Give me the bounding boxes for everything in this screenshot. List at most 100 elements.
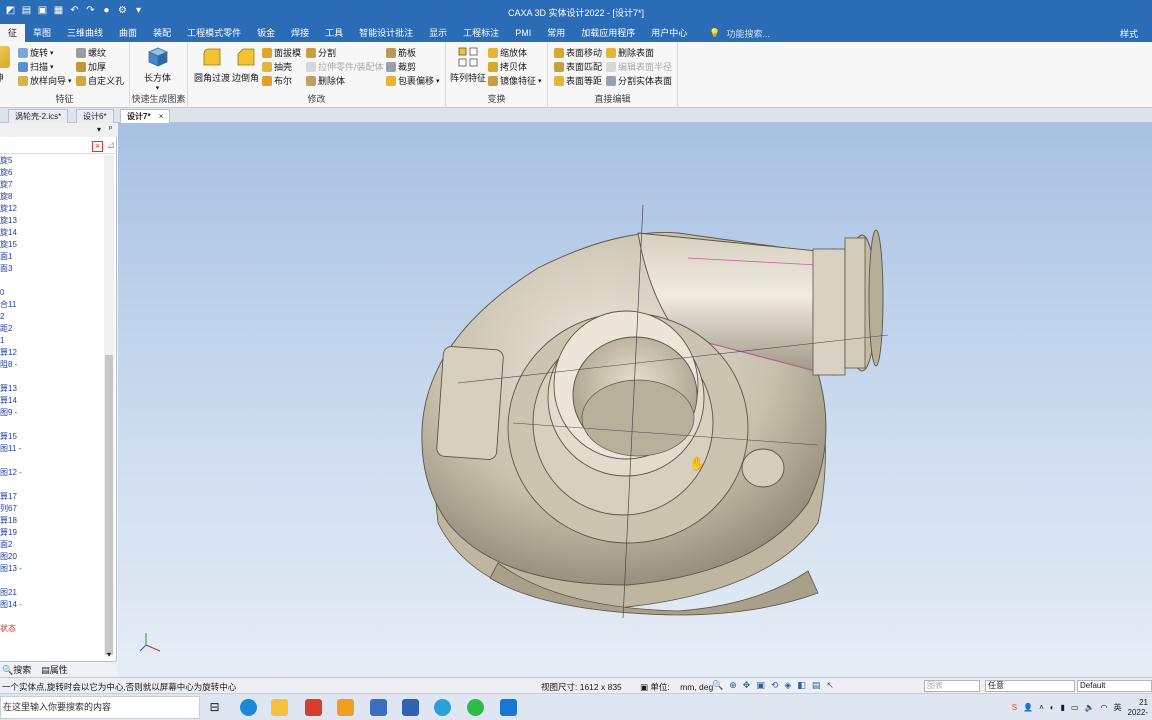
shading-icon[interactable]: ◧: [797, 680, 806, 691]
tree-item[interactable]: 旋6: [0, 167, 104, 179]
display-mode-icon[interactable]: ▤: [812, 680, 821, 691]
tab-engineering-part[interactable]: 工程模式零件: [179, 24, 249, 42]
tree-item[interactable]: 1: [0, 335, 104, 347]
doc-tab-turbine-housing[interactable]: 涡轮壳-2.ics*: [8, 109, 69, 123]
fillet-button[interactable]: 圆角过渡: [194, 46, 230, 84]
tree-item[interactable]: 面3: [0, 263, 104, 275]
face-offset-button[interactable]: 表面等距: [554, 74, 602, 87]
app-blue-icon[interactable]: [402, 699, 419, 716]
tab-pmi[interactable]: PMI: [507, 24, 539, 42]
tree-item[interactable]: 算17: [0, 491, 104, 503]
extrude-button[interactable]: 伸: [0, 46, 10, 84]
delete-body-button[interactable]: 删除体: [306, 74, 345, 87]
fit-icon[interactable]: ▣: [756, 680, 765, 691]
panel-tab-search[interactable]: 🔍搜索: [2, 663, 31, 676]
tree-item[interactable]: 旋14: [0, 227, 104, 239]
tab-welding[interactable]: 焊接: [283, 24, 317, 42]
select-icon[interactable]: ↖: [826, 680, 834, 691]
function-search[interactable]: 💡 功能搜索...: [709, 27, 770, 40]
tree-item[interactable]: 旋5: [0, 155, 104, 167]
tree-item[interactable]: 算13: [0, 383, 104, 395]
delete-face-button[interactable]: 删除表面: [606, 46, 654, 59]
panel-dropdown-icon[interactable]: ▾: [97, 125, 101, 134]
tree-item[interactable]: 面2: [0, 539, 104, 551]
app-cyan-icon[interactable]: [434, 699, 451, 716]
split-button[interactable]: 分割: [306, 46, 336, 59]
wps-icon[interactable]: [305, 699, 322, 716]
tree-item[interactable]: 图14 -: [0, 599, 104, 611]
panel-pin-icon[interactable]: ᵖ: [109, 124, 112, 133]
clear-filter-icon[interactable]: ×: [92, 141, 103, 152]
tab-sheet-metal[interactable]: 钣金: [249, 24, 283, 42]
zoom-window-icon[interactable]: ⊕: [729, 680, 737, 691]
tray-chevron-icon[interactable]: ˄: [1039, 703, 1044, 712]
mirror-feature-button[interactable]: 镜像特征 ▾: [488, 74, 542, 87]
tree-item[interactable]: 列67: [0, 503, 104, 515]
tree-item[interactable]: 旋7: [0, 179, 104, 191]
tree-item[interactable]: [0, 371, 104, 383]
panel-tab-properties[interactable]: ▤属性: [41, 663, 68, 676]
tab-sketch[interactable]: 草图: [25, 24, 59, 42]
tree-item[interactable]: [0, 575, 104, 587]
tab-surface[interactable]: 曲面: [111, 24, 145, 42]
tree-item[interactable]: 旋13: [0, 215, 104, 227]
tray-network-icon[interactable]: ▭: [1071, 703, 1079, 712]
layer-select[interactable]: 图表: [924, 680, 980, 692]
tree-item[interactable]: 面1: [0, 251, 104, 263]
trim-button[interactable]: 裁剪: [386, 60, 416, 73]
tree-item[interactable]: 阻8 -: [0, 359, 104, 371]
tray-usb-icon[interactable]: ▮: [1061, 703, 1065, 712]
doc-tab-design7[interactable]: 设计7* ×: [120, 109, 171, 123]
task-view-icon[interactable]: ⊟: [206, 699, 223, 716]
split-solid-face-button[interactable]: 分割实体表面: [606, 74, 672, 87]
tree-item[interactable]: 2: [0, 311, 104, 323]
tree-item[interactable]: 算12: [0, 347, 104, 359]
revolve-button[interactable]: 旋转 ▾: [18, 46, 54, 59]
wechat-icon[interactable]: [467, 699, 484, 716]
filter-select[interactable]: 任意: [985, 680, 1075, 692]
tree-scrollbar[interactable]: [104, 155, 114, 655]
close-tab-icon[interactable]: ×: [159, 112, 164, 121]
tray-ime-icon[interactable]: 英: [1114, 702, 1122, 713]
face-match-button[interactable]: 表面匹配: [554, 60, 602, 73]
pattern-feature-button[interactable]: 阵列特征: [450, 46, 486, 84]
tab-user-center[interactable]: 用户中心: [643, 24, 695, 42]
tray-person-icon[interactable]: 👤: [1023, 703, 1033, 712]
tree-item[interactable]: 距2: [0, 323, 104, 335]
thread-button[interactable]: 螺纹: [76, 46, 106, 59]
taskbar-search[interactable]: 在这里输入你要搜索的内容: [0, 696, 200, 719]
tree-item[interactable]: [0, 611, 104, 623]
tree-scrollbar-thumb[interactable]: [105, 355, 113, 655]
tree-item[interactable]: 图12 -: [0, 467, 104, 479]
tab-load-apps[interactable]: 加载应用程序: [573, 24, 643, 42]
custom-hole-button[interactable]: 自定义孔: [76, 74, 124, 87]
cuboid-button[interactable]: 长方体 ▾: [144, 46, 171, 92]
thicken-button[interactable]: 加厚: [76, 60, 106, 73]
tab-common[interactable]: 常用: [539, 24, 573, 42]
tree-item[interactable]: 状态: [0, 623, 104, 635]
tree-item[interactable]: [0, 479, 104, 491]
shell-button[interactable]: 抽壳: [262, 60, 292, 73]
tree-item[interactable]: 旋15: [0, 239, 104, 251]
tree-item[interactable]: [0, 419, 104, 431]
cuboid-dropdown-icon[interactable]: ▾: [156, 84, 160, 92]
app-media-icon[interactable]: [500, 699, 517, 716]
filter-icon[interactable]: ⊿: [107, 140, 115, 151]
tree-item[interactable]: 算14: [0, 395, 104, 407]
edit-face-radius-button[interactable]: 编辑表面半径: [606, 60, 672, 73]
boolean-button[interactable]: 布尔: [262, 74, 292, 87]
doc-tab-design6[interactable]: 设计6*: [76, 109, 114, 123]
copy-body-button[interactable]: 拷贝体: [488, 60, 527, 73]
edge-icon[interactable]: [240, 699, 257, 716]
tray-volume-icon[interactable]: 🔈: [1085, 703, 1095, 712]
tree-item[interactable]: 图21: [0, 587, 104, 599]
tab-feature[interactable]: 征: [0, 24, 26, 42]
file-explorer-icon[interactable]: [271, 699, 288, 716]
pan-icon[interactable]: ✥: [743, 680, 751, 691]
tree-item[interactable]: 0: [0, 287, 104, 299]
tree-item[interactable]: 图13 -: [0, 563, 104, 575]
tray-wifi-icon[interactable]: ◠: [1101, 703, 1108, 712]
rib-button[interactable]: 筋板: [386, 46, 416, 59]
default-select[interactable]: Default: [1077, 680, 1152, 692]
rotate-view-icon[interactable]: ⟲: [771, 680, 779, 691]
